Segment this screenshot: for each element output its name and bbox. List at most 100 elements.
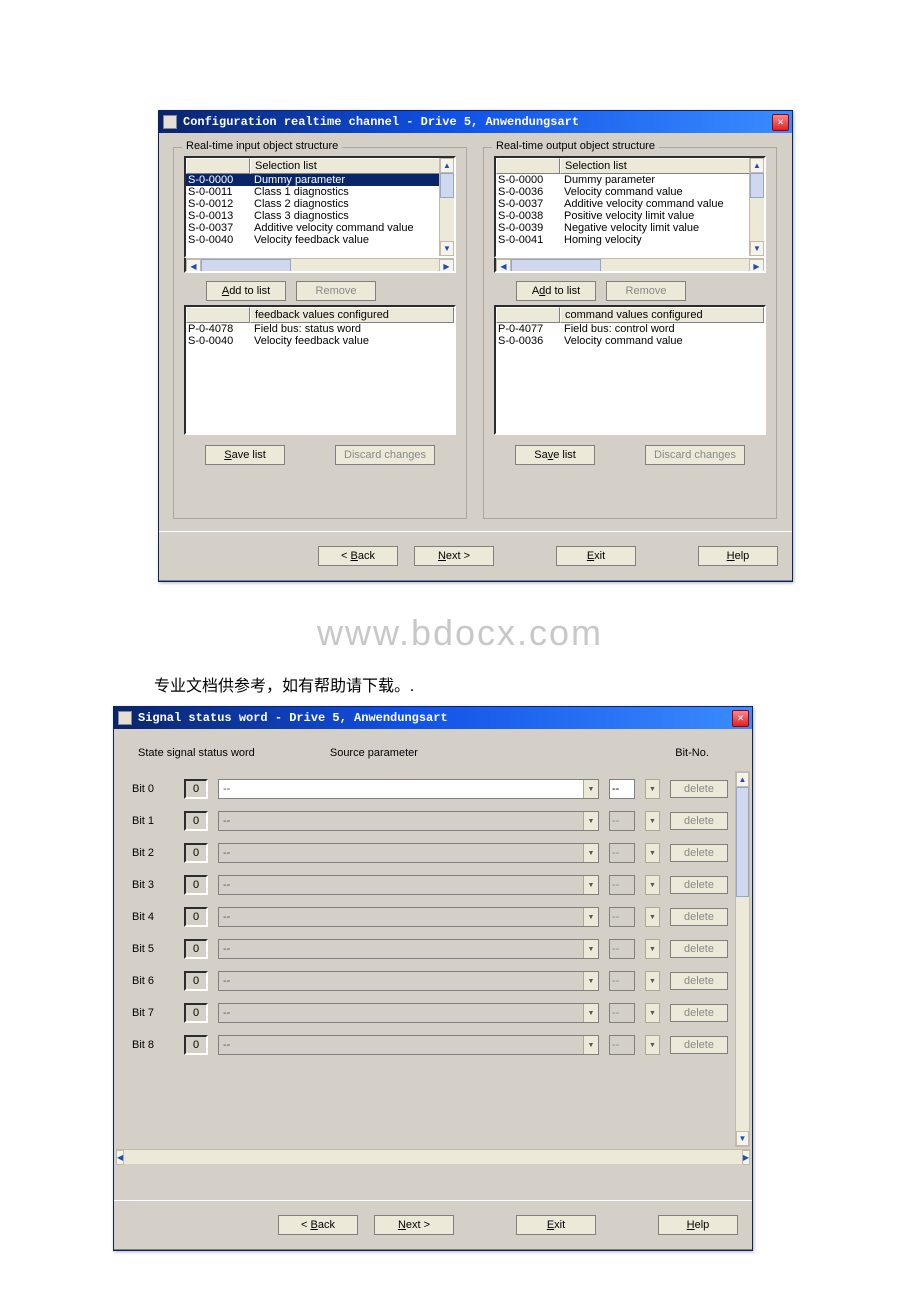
scrollbar-vertical[interactable]: ▲ ▼ xyxy=(439,158,454,256)
list-item[interactable]: S-0-0013Class 3 diagnostics xyxy=(186,210,454,222)
hscroll-input-sel[interactable]: ◀ ▶ xyxy=(184,258,456,273)
bitno-field[interactable]: -- xyxy=(609,779,635,799)
back-button[interactable]: < Back xyxy=(278,1215,358,1235)
next-button[interactable]: Next > xyxy=(414,546,494,566)
discard-changes-button[interactable]: Discard changes xyxy=(335,445,435,465)
chevron-down-icon[interactable]: ▼ xyxy=(583,876,598,894)
save-list-button[interactable]: Save list xyxy=(205,445,285,465)
list-item[interactable]: S-0-0041Homing velocity xyxy=(496,234,764,246)
list-item[interactable]: P-0-4078Field bus: status word xyxy=(186,323,454,335)
list-item[interactable]: S-0-0000Dummy parameter xyxy=(186,174,454,186)
source-combo[interactable]: --▼ xyxy=(218,971,599,991)
source-combo[interactable]: --▼ xyxy=(218,939,599,959)
list-item[interactable]: S-0-0037Additive velocity command value xyxy=(186,222,454,234)
scroll-left-icon[interactable]: ◀ xyxy=(496,259,511,273)
chevron-down-icon[interactable]: ▼ xyxy=(645,811,660,831)
close-icon[interactable]: ✕ xyxy=(772,114,789,131)
titlebar[interactable]: Configuration realtime channel - Drive 5… xyxy=(159,111,792,133)
list-item[interactable]: S-0-0037Additive velocity command value xyxy=(496,198,764,210)
source-combo[interactable]: --▼ xyxy=(218,1035,599,1055)
source-combo[interactable]: --▼ xyxy=(218,843,599,863)
delete-button[interactable]: delete xyxy=(670,972,728,990)
scroll-up-icon[interactable]: ▲ xyxy=(440,158,454,173)
source-combo[interactable]: --▼ xyxy=(218,875,599,895)
delete-button[interactable]: delete xyxy=(670,844,728,862)
bitno-field[interactable]: -- xyxy=(609,939,635,959)
col-head-blank[interactable] xyxy=(496,158,560,174)
delete-button[interactable]: delete xyxy=(670,940,728,958)
col-head-config[interactable]: command values configured xyxy=(560,307,764,323)
bitno-field[interactable]: -- xyxy=(609,875,635,895)
col-head-selection[interactable]: Selection list xyxy=(560,158,764,174)
chevron-down-icon[interactable]: ▼ xyxy=(583,1036,598,1054)
back-button[interactable]: < Back xyxy=(318,546,398,566)
chevron-down-icon[interactable]: ▼ xyxy=(583,972,598,990)
hscroll-output-sel[interactable]: ◀ ▶ xyxy=(494,258,766,273)
col-head-config[interactable]: feedback values configured xyxy=(250,307,454,323)
save-list-button[interactable]: Save list xyxy=(515,445,595,465)
list-item[interactable]: S-0-0011Class 1 diagnostics xyxy=(186,186,454,198)
scroll-right-icon[interactable]: ▶ xyxy=(749,259,764,273)
bitno-field[interactable]: -- xyxy=(609,1003,635,1023)
list-item[interactable]: P-0-4077Field bus: control word xyxy=(496,323,764,335)
chevron-down-icon[interactable]: ▼ xyxy=(583,844,598,862)
list-item[interactable]: S-0-0039Negative velocity limit value xyxy=(496,222,764,234)
remove-button[interactable]: Remove xyxy=(296,281,376,301)
scroll-right-icon[interactable]: ▶ xyxy=(439,259,454,273)
delete-button[interactable]: delete xyxy=(670,1004,728,1022)
bitno-field[interactable]: -- xyxy=(609,1035,635,1055)
scrollbar-vertical[interactable]: ▲ ▼ xyxy=(735,771,750,1147)
bitno-field[interactable]: -- xyxy=(609,843,635,863)
configured-list-input[interactable]: feedback values configured P-0-4078Field… xyxy=(184,305,456,435)
help-button[interactable]: Help xyxy=(658,1215,738,1235)
source-combo[interactable]: --▼ xyxy=(218,811,599,831)
col-head-blank[interactable] xyxy=(186,307,250,323)
close-icon[interactable]: ✕ xyxy=(732,710,749,727)
delete-button[interactable]: delete xyxy=(670,780,728,798)
remove-button[interactable]: Remove xyxy=(606,281,686,301)
bitno-field[interactable]: -- xyxy=(609,907,635,927)
scroll-down-icon[interactable]: ▼ xyxy=(440,241,454,256)
delete-button[interactable]: delete xyxy=(670,1036,728,1054)
exit-button[interactable]: Exit xyxy=(556,546,636,566)
source-combo[interactable]: --▼ xyxy=(218,1003,599,1023)
list-item[interactable]: S-0-0040Velocity feedback value xyxy=(186,335,454,347)
chevron-down-icon[interactable]: ▼ xyxy=(645,1003,660,1023)
add-to-list-button[interactable]: Add to list xyxy=(516,281,596,301)
exit-button[interactable]: Exit xyxy=(516,1215,596,1235)
list-item[interactable]: S-0-0036Velocity command value xyxy=(496,335,764,347)
help-button[interactable]: Help xyxy=(698,546,778,566)
col-head-blank[interactable] xyxy=(496,307,560,323)
scroll-up-icon[interactable]: ▲ xyxy=(736,772,749,787)
chevron-down-icon[interactable]: ▼ xyxy=(645,971,660,991)
delete-button[interactable]: delete xyxy=(670,876,728,894)
chevron-down-icon[interactable]: ▼ xyxy=(645,843,660,863)
next-button[interactable]: Next > xyxy=(374,1215,454,1235)
chevron-down-icon[interactable]: ▼ xyxy=(583,1004,598,1022)
list-item[interactable]: S-0-0036Velocity command value xyxy=(496,186,764,198)
source-combo[interactable]: --▼ xyxy=(218,907,599,927)
chevron-down-icon[interactable]: ▼ xyxy=(583,780,598,798)
delete-button[interactable]: delete xyxy=(670,908,728,926)
chevron-down-icon[interactable]: ▼ xyxy=(645,939,660,959)
add-to-list-button[interactable]: Add to list xyxy=(206,281,286,301)
chevron-down-icon[interactable]: ▼ xyxy=(645,875,660,895)
col-head-blank[interactable] xyxy=(186,158,250,174)
chevron-down-icon[interactable]: ▼ xyxy=(645,1035,660,1055)
selection-list-input[interactable]: Selection list S-0-0000Dummy parameterS-… xyxy=(184,156,456,258)
scrollbar-vertical[interactable]: ▲ ▼ xyxy=(749,158,764,256)
scroll-left-icon[interactable]: ◀ xyxy=(186,259,201,273)
bitno-field[interactable]: -- xyxy=(609,971,635,991)
bitno-field[interactable]: -- xyxy=(609,811,635,831)
scroll-down-icon[interactable]: ▼ xyxy=(750,241,764,256)
list-item[interactable]: S-0-0038Positive velocity limit value xyxy=(496,210,764,222)
chevron-down-icon[interactable]: ▼ xyxy=(583,940,598,958)
list-item[interactable]: S-0-0040Velocity feedback value xyxy=(186,234,454,246)
selection-list-output[interactable]: Selection list S-0-0000Dummy parameterS-… xyxy=(494,156,766,258)
chevron-down-icon[interactable]: ▼ xyxy=(583,908,598,926)
chevron-down-icon[interactable]: ▼ xyxy=(583,812,598,830)
scroll-up-icon[interactable]: ▲ xyxy=(750,158,764,173)
titlebar[interactable]: Signal status word - Drive 5, Anwendungs… xyxy=(114,707,752,729)
configured-list-output[interactable]: command values configured P-0-4077Field … xyxy=(494,305,766,435)
col-head-selection[interactable]: Selection list xyxy=(250,158,454,174)
